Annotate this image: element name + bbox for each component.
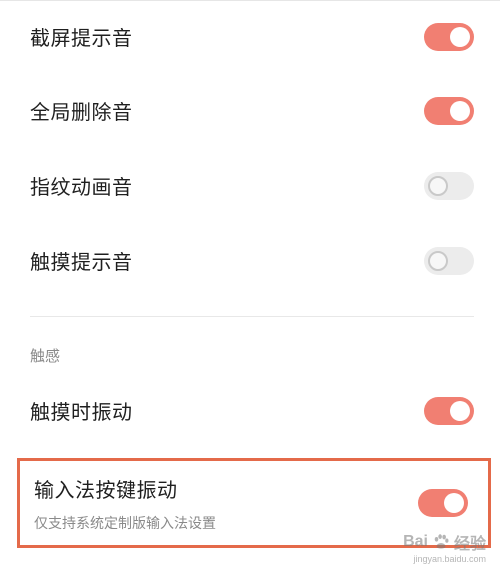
top-divider (0, 0, 500, 1)
toggle-switch-touch-sound[interactable] (424, 246, 474, 275)
watermark-brand-text: Bai (403, 533, 428, 550)
setting-text-group: 输入法按键振动 仅支持系统定制版输入法设置 (34, 474, 216, 533)
toggle-switch-fingerprint-sound[interactable] (424, 171, 474, 200)
setting-row-touch-sound[interactable]: 触摸提示音 (30, 246, 474, 275)
setting-description: 仅支持系统定制版输入法设置 (34, 515, 216, 532)
setting-label: 指纹动画音 (30, 175, 133, 199)
watermark: Bai 经验 jingyan.baidu.com (403, 530, 486, 564)
setting-label: 全局删除音 (30, 100, 133, 124)
setting-row-touch-vibration[interactable]: 触摸时振动 (30, 396, 474, 425)
toggle-switch-screenshot-sound[interactable] (424, 22, 474, 51)
setting-label: 触摸提示音 (30, 250, 133, 274)
toggle-switch-global-delete-sound[interactable] (424, 96, 474, 125)
paw-icon (434, 534, 449, 549)
toggle-knob (428, 175, 448, 196)
toggle-switch-keyboard-vibration[interactable] (418, 489, 468, 517)
toggle-knob (444, 493, 464, 513)
setting-label: 输入法按键振动 (34, 477, 178, 502)
toggle-switch-touch-vibration[interactable] (424, 396, 474, 425)
section-header-haptics: 触感 (30, 347, 61, 365)
setting-row-global-delete-sound[interactable]: 全局删除音 (30, 96, 474, 125)
setting-label: 截屏提示音 (30, 26, 133, 50)
toggle-knob (450, 400, 470, 421)
setting-row-fingerprint-sound[interactable]: 指纹动画音 (30, 171, 474, 200)
section-divider (30, 316, 474, 317)
setting-label: 触摸时振动 (30, 400, 133, 424)
toggle-knob (450, 100, 470, 121)
watermark-sub-text: jingyan.baidu.com (413, 554, 486, 564)
toggle-knob (450, 26, 470, 47)
watermark-brand-suffix: 经验 (453, 536, 486, 553)
setting-row-screenshot-sound[interactable]: 截屏提示音 (30, 22, 474, 51)
toggle-knob (428, 250, 448, 271)
